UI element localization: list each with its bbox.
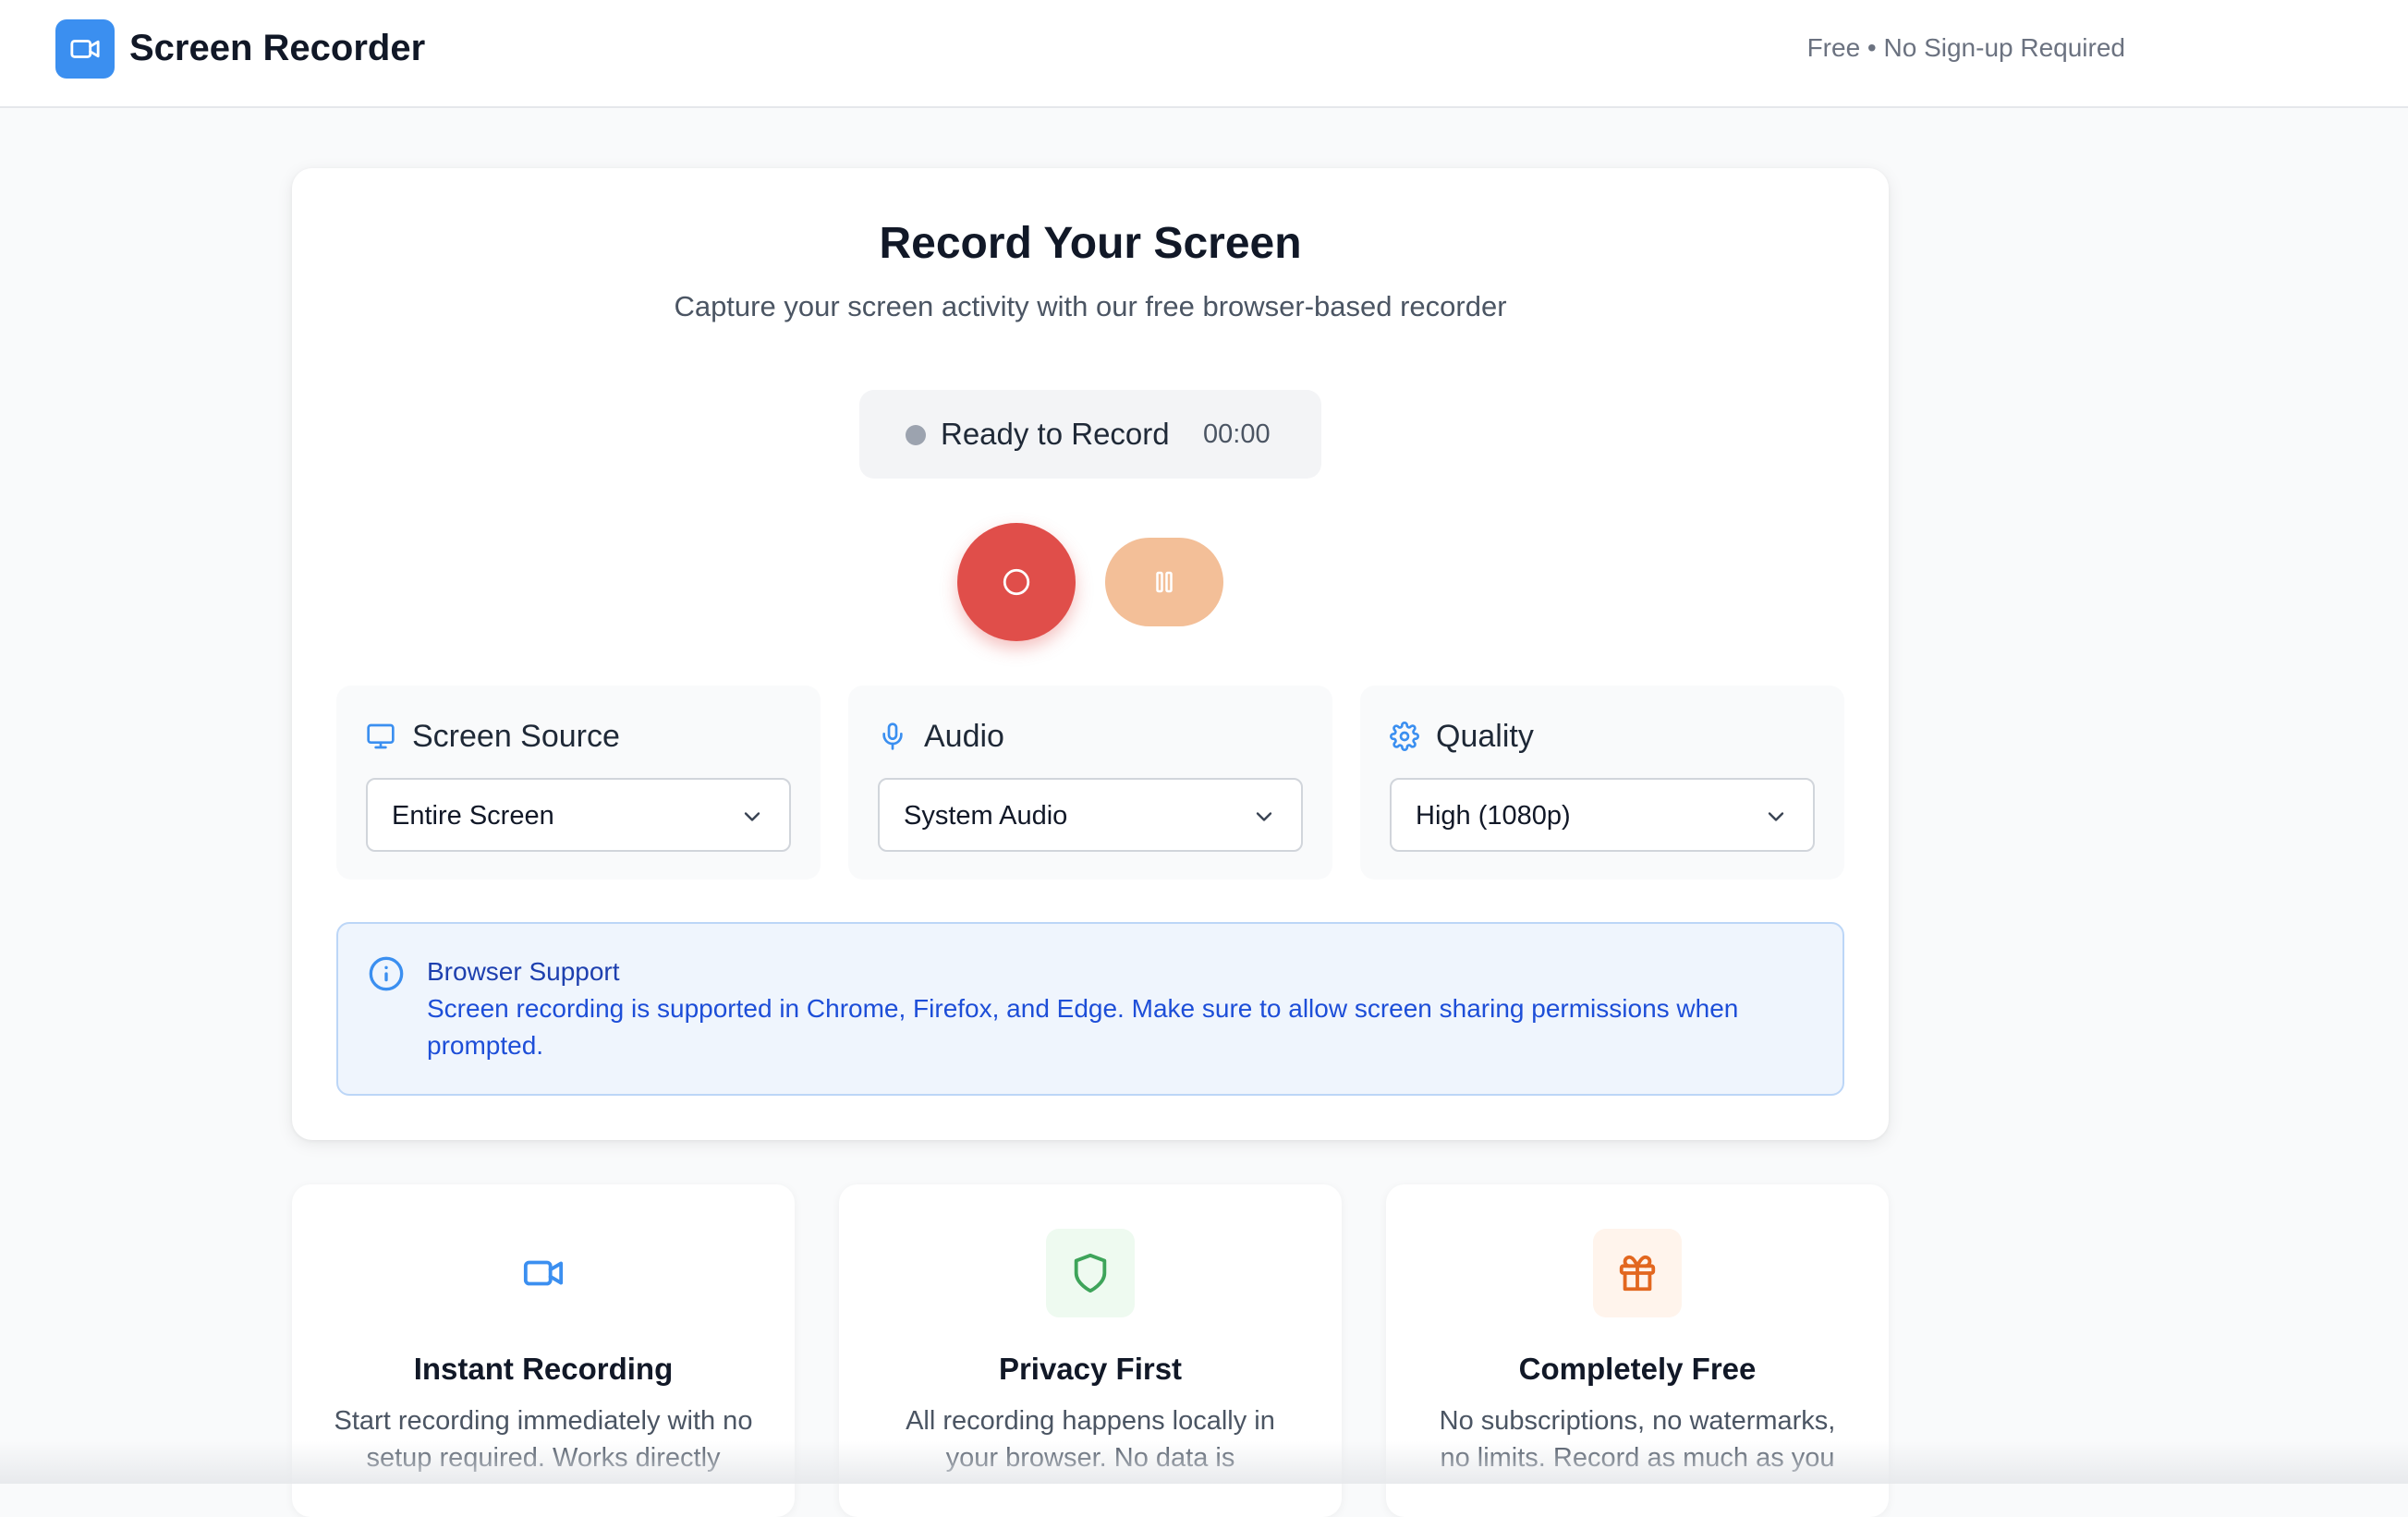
monitor-icon (367, 723, 395, 749)
page-subtitle: Capture your screen activity with our fr… (674, 290, 1507, 322)
select-value: System Audio (904, 801, 1068, 831)
record-circle-icon (1003, 568, 1030, 596)
header-tagline: Free • No Sign-up Required (1806, 33, 2125, 62)
feature-card-instant-recording: Instant Recording Start recording immedi… (292, 1184, 795, 1517)
feature-title: Completely Free (1518, 1352, 1757, 1386)
feature-title: Privacy First (998, 1352, 1183, 1386)
setting-label: Screen Source (412, 719, 620, 754)
screen-source-select[interactable]: Entire Screen (366, 778, 791, 852)
chevron-down-icon (744, 812, 760, 821)
info-body: Screen recording is supported in Chrome,… (427, 994, 1739, 1060)
page-title: Record Your Screen (879, 219, 1302, 268)
quality-select[interactable]: High (1080p) (1390, 778, 1815, 852)
app-title: Screen Recorder (129, 28, 426, 68)
setting-label-row: Screen Source (366, 713, 620, 759)
select-value: Entire Screen (392, 801, 554, 831)
info-title: Browser Support (427, 957, 620, 986)
feature-description: All recording happens locally in your br… (906, 1406, 1275, 1473)
recorder-card: Record Your Screen Capture your screen a… (292, 168, 1889, 1140)
feature-card-completely-free: Completely Free No subscriptions, no wat… (1386, 1184, 1889, 1517)
pause-button[interactable] (1105, 538, 1223, 626)
feature-description: Start recording immediately with no setu… (334, 1406, 753, 1473)
microphone-icon (882, 722, 903, 750)
status-dot-icon (906, 425, 926, 445)
feature-description: No subscriptions, no watermarks, no limi… (1439, 1406, 1836, 1473)
gear-icon (1390, 722, 1419, 751)
status-text: Ready to Record (941, 417, 1170, 451)
setting-quality: Quality High (1080p) (1360, 686, 1844, 880)
setting-label: Audio (924, 719, 1004, 754)
setting-audio: Audio System Audio (848, 686, 1332, 880)
shield-icon (1046, 1229, 1135, 1317)
setting-label-row: Quality (1390, 713, 1534, 759)
browser-support-notice: Browser Support Screen recording is supp… (336, 922, 1844, 1096)
setting-label: Quality (1436, 719, 1534, 754)
recording-timer: 00:00 (1203, 419, 1271, 449)
chevron-down-icon (1256, 812, 1272, 821)
setting-label-row: Audio (878, 713, 1004, 759)
select-value: High (1080p) (1416, 801, 1571, 831)
chevron-down-icon (1768, 812, 1784, 821)
gift-icon (1593, 1229, 1682, 1317)
pause-icon (1156, 571, 1173, 593)
setting-screen-source: Screen Source Entire Screen (336, 686, 821, 880)
feature-title: Instant Recording (413, 1352, 674, 1386)
audio-select[interactable]: System Audio (878, 778, 1303, 852)
feature-card-privacy-first: Privacy First All recording happens loca… (839, 1184, 1342, 1517)
record-button[interactable] (957, 523, 1076, 641)
info-icon (369, 956, 404, 991)
recording-status: Ready to Record 00:00 (859, 390, 1321, 479)
video-camera-icon (55, 19, 115, 79)
app-header: Screen Recorder Free • No Sign-up Requir… (0, 0, 2408, 108)
video-camera-icon (499, 1229, 588, 1317)
